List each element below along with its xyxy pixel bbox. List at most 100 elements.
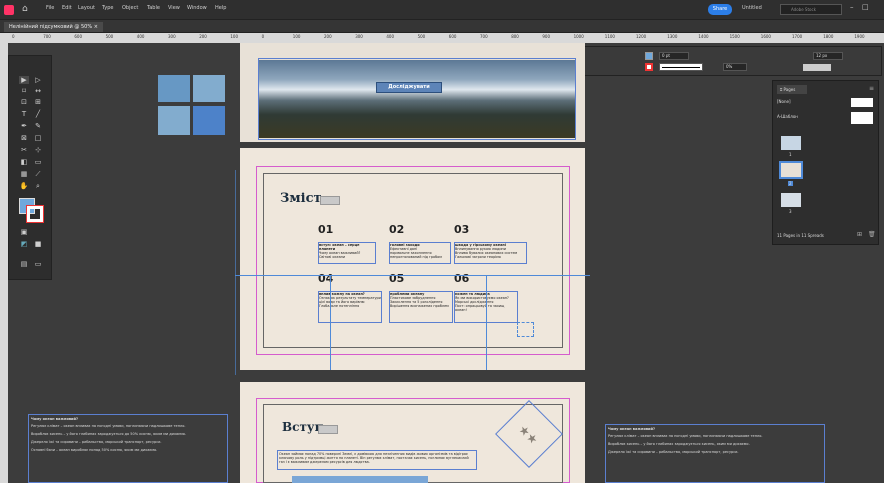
- selection-tool-icon[interactable]: ▶: [19, 76, 29, 84]
- menu-layout[interactable]: Layout: [78, 5, 95, 11]
- workspace-select[interactable]: Untitled: [742, 5, 762, 11]
- guide-line: [486, 275, 487, 370]
- menu-window[interactable]: Window: [187, 5, 207, 11]
- panel-menu-icon[interactable]: ≡: [869, 85, 874, 92]
- hand-tool-icon[interactable]: ✋: [19, 182, 29, 190]
- screen-mode-icon[interactable]: ▭: [33, 260, 43, 268]
- page-tool-icon[interactable]: ⌑: [19, 87, 29, 95]
- content-placer-icon[interactable]: ⊞: [33, 98, 43, 106]
- master-page[interactable]: A-Шаблон: [777, 114, 798, 119]
- type-tool-icon[interactable]: T: [19, 110, 29, 118]
- minimize-icon[interactable]: –: [850, 3, 854, 11]
- pages-panel-tab[interactable]: ⌗ Pages: [777, 85, 807, 94]
- toc-line: Глобальне потепління: [319, 304, 360, 308]
- pasteboard-line: Джерело їжі та сировини – рибальство, мо…: [31, 440, 162, 444]
- page-thumb-label: 3: [789, 209, 792, 214]
- normal-view-icon[interactable]: ▤: [19, 260, 29, 268]
- toc-number: 01: [318, 223, 334, 236]
- decor-square[interactable]: [193, 106, 225, 135]
- share-button[interactable]: Share: [708, 4, 732, 15]
- size-field[interactable]: 12 px: [813, 52, 843, 60]
- toc-number: 06: [454, 272, 470, 285]
- free-transform-tool-icon[interactable]: ⊹: [33, 146, 43, 154]
- decor-square[interactable]: [158, 75, 190, 102]
- fill-swatch[interactable]: [645, 52, 653, 60]
- ruler-label: 0: [261, 34, 265, 39]
- stroke-style-select[interactable]: [659, 63, 703, 71]
- color-preview[interactable]: [803, 64, 831, 71]
- measure-tool-icon[interactable]: ⟋: [33, 170, 43, 178]
- ruler-label: 1700: [792, 34, 803, 39]
- opacity-field[interactable]: 0%: [723, 63, 747, 71]
- intro-title-icon: [318, 425, 338, 434]
- ruler-label: 300: [355, 34, 363, 39]
- toc-heading: вступ: океан – серце планети: [319, 243, 360, 251]
- note-tool-icon[interactable]: ▭: [33, 158, 43, 166]
- menu-help[interactable]: Help: [215, 5, 226, 11]
- toc-line: Світові океани: [319, 255, 346, 259]
- default-colors-icon[interactable]: ◩: [19, 240, 29, 248]
- content-collector-icon[interactable]: ⊡: [19, 98, 29, 106]
- toc-entry: вступ: океан – серце планети Чому океан …: [318, 242, 376, 264]
- line-tool-icon[interactable]: ╱: [33, 110, 43, 118]
- menu-edit[interactable]: Edit: [62, 5, 72, 11]
- pasteboard-heading: Чому океан важливий?: [608, 427, 655, 431]
- decor-square[interactable]: [158, 106, 190, 135]
- page-thumbnail[interactable]: [781, 193, 801, 207]
- ruler-label: 1300: [667, 34, 678, 39]
- apply-color-icon[interactable]: ■: [33, 240, 43, 248]
- stroke-color-swatch[interactable]: [26, 205, 44, 223]
- ruler-label: 900: [542, 34, 551, 39]
- pasteboard-heading: Чому океан важливий?: [31, 417, 78, 421]
- ruler-label: 1900: [854, 34, 865, 39]
- search-input[interactable]: Adobe Stock: [780, 4, 842, 15]
- toc-line: непрогнозований під гробом: [390, 255, 442, 259]
- eyedropper-tool-icon[interactable]: ▦: [19, 170, 29, 178]
- formatting-container-icon[interactable]: ▣: [19, 228, 29, 236]
- scissors-tool-icon[interactable]: ✂: [19, 146, 29, 154]
- pasteboard-text-right[interactable]: Чому океан важливий? Регулює клімат – ок…: [605, 424, 825, 483]
- ruler-label: 800: [511, 34, 519, 39]
- delete-page-icon[interactable]: 🗑: [868, 231, 876, 238]
- menu-file[interactable]: File: [46, 5, 54, 11]
- menu-type[interactable]: Type: [102, 5, 113, 11]
- ruler-label: 200: [199, 34, 207, 39]
- toc-number: 02: [389, 223, 405, 236]
- stroke-weight-field[interactable]: 0 pt: [659, 52, 689, 60]
- toc-entry: головні заходи Ефективні дані нормальне …: [389, 242, 451, 264]
- selected-frame-handle[interactable]: [517, 322, 534, 337]
- maximize-icon[interactable]: □: [862, 3, 869, 11]
- close-icon[interactable]: ×: [94, 24, 98, 30]
- app-logo-icon: [4, 5, 14, 15]
- pasteboard-line: Виробляє кисень – у його глибинах зародж…: [31, 432, 186, 436]
- page1-frame: [258, 58, 576, 140]
- stroke-swatch[interactable]: [645, 63, 653, 71]
- pages-tab-label: Pages: [783, 87, 796, 92]
- decor-square[interactable]: [193, 75, 225, 102]
- menu-table[interactable]: Table: [147, 5, 160, 11]
- new-page-icon[interactable]: ⊞: [857, 231, 862, 238]
- page-thumbnail[interactable]: [781, 136, 801, 150]
- pasteboard-line: Основні бази – океан виробляє понад 50% …: [31, 448, 158, 452]
- gradient-tool-icon[interactable]: ◧: [19, 158, 29, 166]
- gap-tool-icon[interactable]: ↔: [33, 87, 43, 95]
- home-icon[interactable]: ⌂: [22, 4, 28, 14]
- pasteboard-text-left[interactable]: Чому океан важливий? Регулює клімат – ок…: [28, 414, 228, 483]
- pasteboard-line: Виробляє кисень – у його глибинах зародж…: [608, 442, 750, 446]
- zoom-tool-icon[interactable]: ⌕: [33, 182, 43, 190]
- page-thumbnail-selected[interactable]: [779, 161, 803, 179]
- none-parent[interactable]: [None]: [777, 99, 791, 104]
- ruler-label: 200: [324, 34, 332, 39]
- pen-tool-icon[interactable]: ✒: [19, 122, 29, 130]
- ruler-label: 600: [74, 34, 83, 39]
- page-thumb-label: 2: [788, 181, 793, 186]
- page-thumb-label: 1: [789, 152, 792, 157]
- pencil-tool-icon[interactable]: ✎: [33, 122, 43, 130]
- rectangle-tool-icon[interactable]: □: [33, 134, 43, 142]
- none-thumb: [851, 98, 873, 107]
- document-tab[interactable]: Нелінійний підсумковий @ 50% ×: [4, 22, 103, 32]
- direct-selection-tool-icon[interactable]: ▷: [33, 76, 43, 84]
- rectangle-frame-tool-icon[interactable]: ⊠: [19, 134, 29, 142]
- menu-object[interactable]: Object: [122, 5, 138, 11]
- menu-view[interactable]: View: [168, 5, 180, 11]
